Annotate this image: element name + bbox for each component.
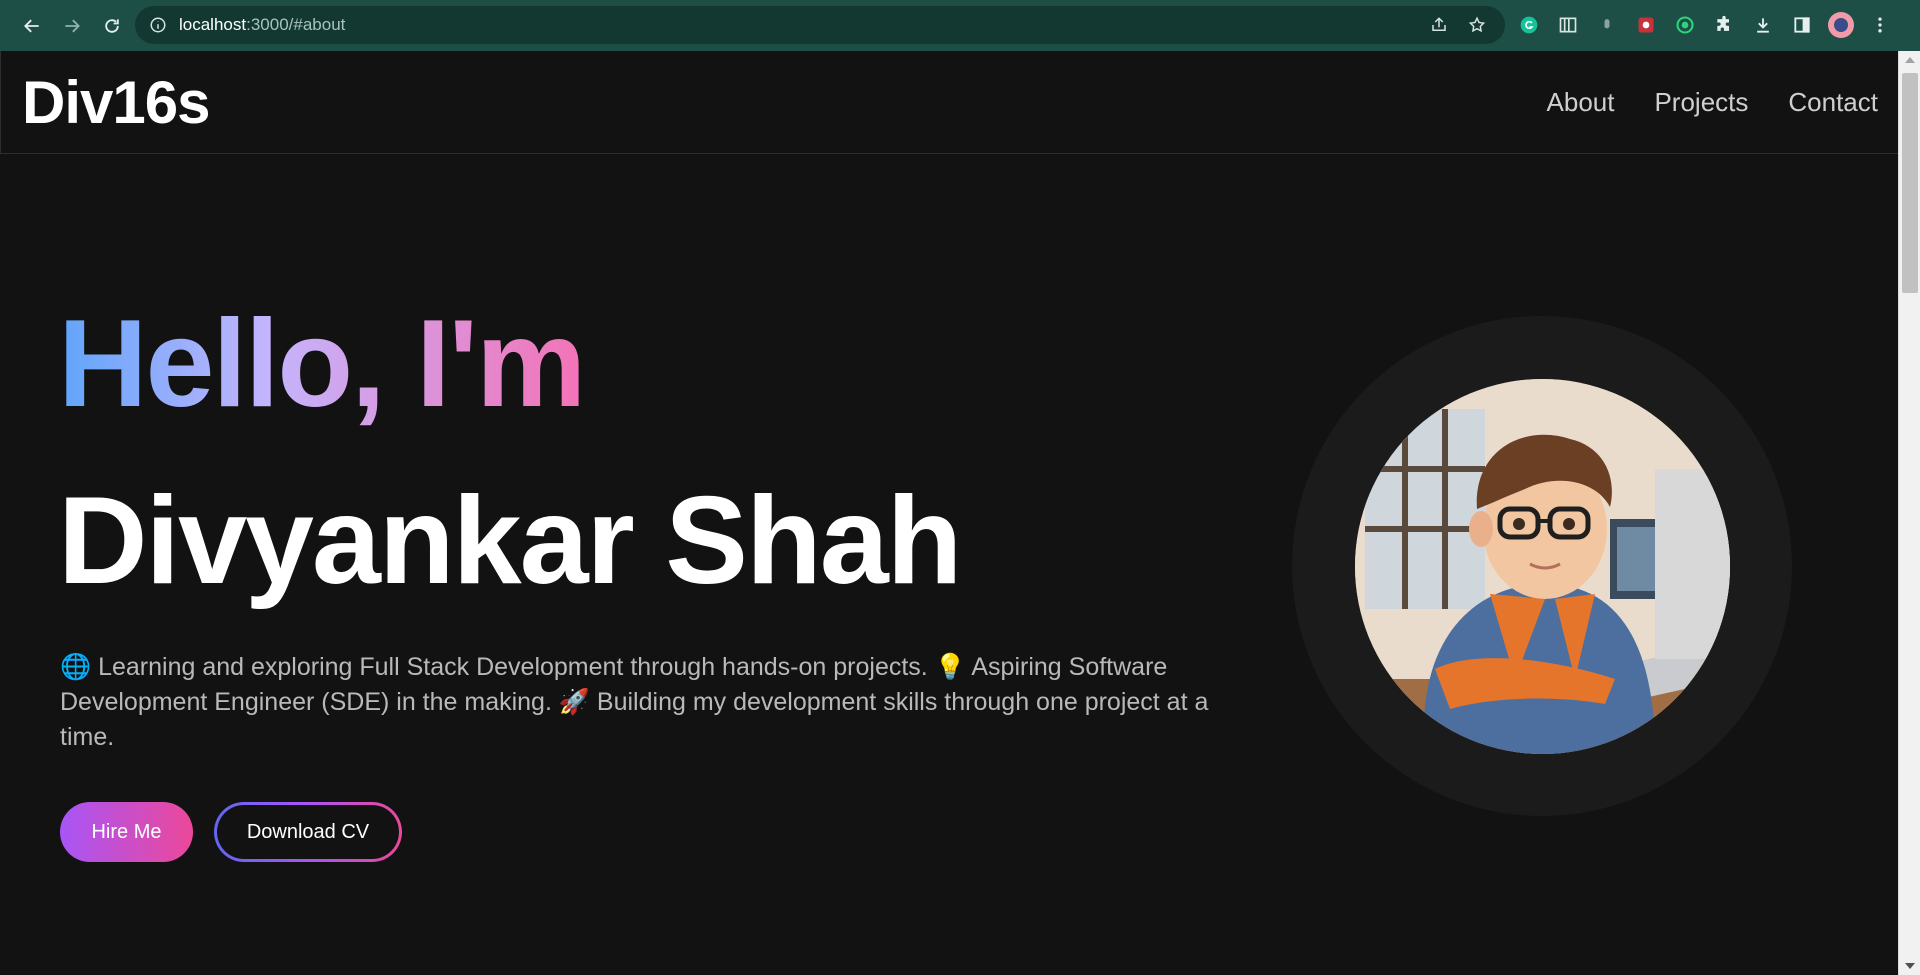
site-header: Div16s About Projects Contact <box>0 51 1898 154</box>
profile-avatar <box>1828 12 1854 38</box>
target-extension[interactable] <box>1668 8 1702 42</box>
library-icon <box>1559 17 1577 33</box>
url-text[interactable]: localhost:3000/#about <box>179 15 345 35</box>
back-icon <box>24 19 39 32</box>
download-icon <box>1757 18 1769 33</box>
library-extension[interactable] <box>1551 8 1585 42</box>
address-bar-actions <box>1423 6 1493 44</box>
address-bar[interactable]: localhost:3000/#about <box>135 6 1505 44</box>
hero-actions: Hire Me Download CV <box>60 802 402 862</box>
side-panel-icon <box>1794 17 1810 33</box>
mic-extension[interactable] <box>1590 8 1624 42</box>
puzzle-icon <box>1717 15 1729 31</box>
nav-link-projects[interactable]: Projects <box>1654 87 1748 118</box>
browser-menu-button[interactable] <box>1863 8 1897 42</box>
site-logo[interactable]: Div16s <box>22 68 210 137</box>
bug-icon <box>1638 17 1654 33</box>
hero-description: 🌐 Learning and exploring Full Stack Deve… <box>60 653 1209 751</box>
downloads-button[interactable] <box>1746 8 1780 42</box>
browser-toolbar: localhost:3000/#about <box>0 0 1920 51</box>
scroll-up-arrow[interactable] <box>1905 57 1915 63</box>
grammarly-icon <box>1520 16 1538 34</box>
site-nav: About Projects Contact <box>1547 87 1878 118</box>
menu-icon <box>1878 17 1882 33</box>
page-scrollbar[interactable] <box>1898 51 1920 975</box>
download-cv-button[interactable]: Download CV <box>214 802 402 862</box>
forward-icon <box>65 19 80 32</box>
forward-button[interactable] <box>52 6 92 46</box>
share-button[interactable] <box>1423 9 1455 41</box>
hero-name: Divyankar Shah <box>58 472 962 610</box>
browser-nav-buttons <box>12 6 132 46</box>
hire-me-button[interactable]: Hire Me <box>60 802 193 862</box>
reload-button[interactable] <box>92 6 132 46</box>
nav-link-contact[interactable]: Contact <box>1788 87 1878 118</box>
url-path: :3000/#about <box>246 15 346 34</box>
site-info-icon[interactable] <box>149 16 167 34</box>
profile-picture <box>1355 379 1730 754</box>
mic-icon <box>1604 19 1610 29</box>
url-host: localhost <box>179 15 247 34</box>
grammarly-extension[interactable] <box>1512 8 1546 42</box>
back-button[interactable] <box>12 6 52 46</box>
scroll-thumb[interactable] <box>1902 73 1918 293</box>
side-panel-button[interactable] <box>1785 8 1819 42</box>
hero-greeting: Hello, I'm <box>58 295 586 433</box>
share-icon <box>1432 17 1446 31</box>
extensions-bar <box>1512 6 1897 44</box>
download-cv-label: Download CV <box>217 805 399 859</box>
extensions-menu-button[interactable] <box>1707 8 1741 42</box>
red-extension[interactable] <box>1629 8 1663 42</box>
reload-icon <box>105 18 119 33</box>
target-icon <box>1676 16 1694 34</box>
nav-link-about[interactable]: About <box>1547 87 1615 118</box>
profile-button[interactable] <box>1824 8 1858 42</box>
star-icon <box>1468 16 1486 33</box>
scroll-down-arrow[interactable] <box>1905 963 1915 969</box>
profile-illustration <box>1355 379 1730 754</box>
bookmark-button[interactable] <box>1461 9 1493 41</box>
